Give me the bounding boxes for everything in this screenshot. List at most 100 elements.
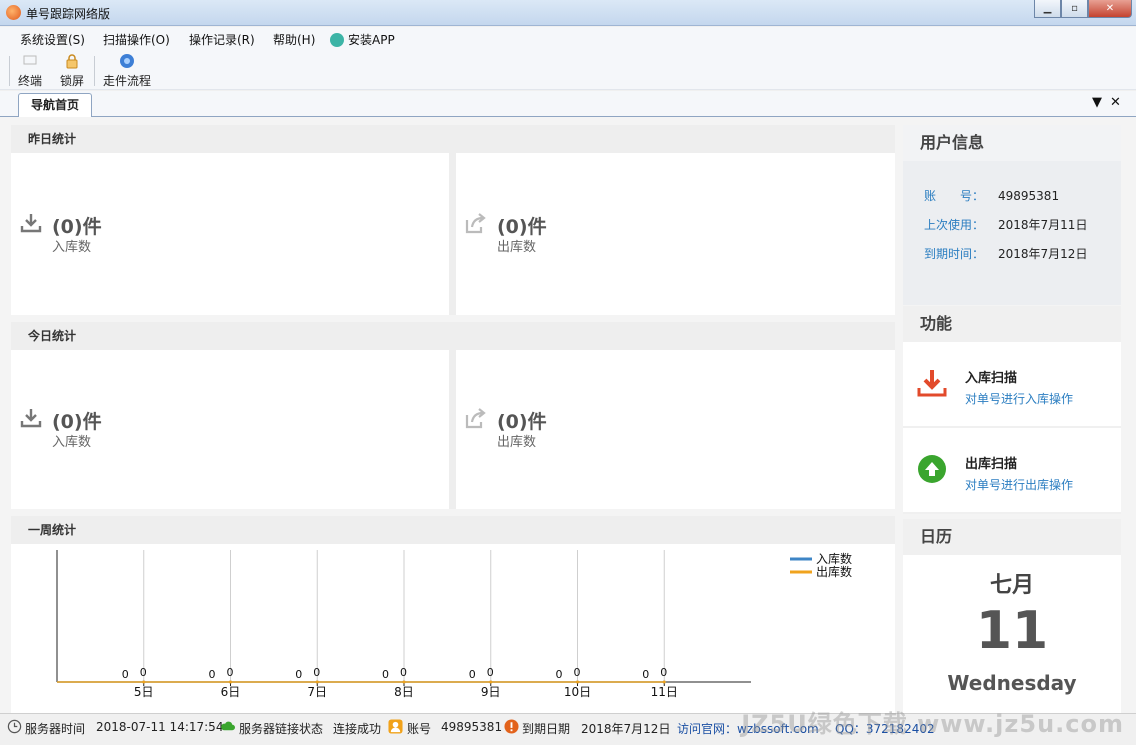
data-point [402,680,406,684]
last-used-value: 2018年7月11日 [998,218,1088,232]
menu-scan-operations[interactable]: 扫描操作(O) [103,31,170,48]
yesterday-stats-title: 昨日统计 [28,132,77,146]
upload-arrow-icon [918,455,946,483]
clock-icon [7,719,22,734]
connection-value: 连接成功 [333,722,382,736]
data-label: 0 [574,666,581,679]
account-key: 账 号： [924,189,985,203]
lock-icon [64,53,80,69]
data-label: 0 [660,666,667,679]
data-label: 0 [469,668,476,681]
account-status-value: 49895381 [441,720,503,734]
functions-panel: 功能 入库扫描 对单号进行入库操作 出库扫描 对单号进行出库操作 [903,306,1121,514]
flow-button[interactable]: 走件流程 [103,53,151,89]
calendar-title: 日历 [920,527,953,546]
share-out-icon [465,408,486,429]
weekly-stats-panel: 一周统计 5日 6日 7日 8日 9日 10日 11日 0 0 0 0 0 0 0 0 0 0 0 0 0 0 入库数 出库… [11,516,895,713]
today-stats-panel: 今日统计 (0)件 入库数 (0)件 出库数 [11,322,895,509]
today-out-count: (0)件 [497,411,547,433]
x-tick-label: 7日 [307,685,327,699]
data-point [142,680,146,684]
user-info-panel: 用户信息 账 号： 49895381 上次使用： 2018年7月11日 到期时间： 2… [903,125,1121,305]
outbound-scan-button[interactable]: 出库扫描 对单号进行出库操作 [903,428,1121,512]
x-tick-label: 6日 [221,685,241,699]
download-icon [20,409,42,428]
yesterday-out-count: (0)件 [497,216,547,238]
expire-key: 到期时间： [924,247,985,261]
tab-dropdown-icon[interactable]: ▼ [1092,95,1102,110]
weekly-chart-card: 5日 6日 7日 8日 9日 10日 11日 0 0 0 0 0 0 0 0 0 0 0 0 0 0 入库数 出库数 [11,544,895,713]
data-label: 0 [209,668,216,681]
data-point [489,680,493,684]
data-label: 0 [313,666,320,679]
data-label: 0 [382,668,389,681]
yesterday-out-card: (0)件 出库数 [456,153,895,315]
server-time-label: 服务器时间 [25,722,86,736]
share-out-icon [465,213,486,234]
functions-title: 功能 [920,314,953,333]
window-title: 单号跟踪网络版 [26,7,111,21]
flow-icon [119,53,135,69]
warning-icon [504,719,519,734]
menu-operation-records[interactable]: 操作记录(R) [189,31,255,48]
connection-label: 服务器链接状态 [239,722,324,736]
last-used-row: 上次使用： 2018年7月11日 [924,216,1087,233]
menu-help[interactable]: 帮助(H) [273,31,315,48]
data-label: 0 [140,666,147,679]
x-tick-label: 9日 [481,685,501,699]
maximize-button[interactable]: ▫ [1061,0,1088,18]
tab-bar: 导航首页 ▼ ✕ [0,91,1136,117]
outbound-scan-desc: 对单号进行出库操作 [965,478,1074,492]
server-time-value: 2018-07-11 14:17:54 [96,720,224,734]
tab-close-icon[interactable]: ✕ [1110,95,1121,110]
weekly-line-chart: 5日 6日 7日 8日 9日 10日 11日0 0 0 0 0 0 00 0 0 0 0 0 0入库数出库数 [56,550,852,699]
calendar-day: 11 [975,601,1049,661]
data-point [315,680,319,684]
menu-bar: 系统设置(S) 扫描操作(O) 操作记录(R) 帮助(H) 安装APP [0,27,1136,50]
last-used-key: 上次使用： [924,218,985,232]
account-value: 49895381 [998,189,1060,203]
data-point [662,680,666,684]
account-row: 账 号： 49895381 [924,187,1059,204]
inbound-scan-button[interactable]: 入库扫描 对单号进行入库操作 [903,342,1121,426]
tab-home[interactable]: 导航首页 [18,93,92,117]
today-stats-title: 今日统计 [28,329,77,343]
watermark-logo: JZ5U绿色下载 www.jz5u.com [741,710,1124,738]
user-badge-icon [388,719,403,734]
data-label: 0 [400,666,407,679]
lock-screen-button[interactable]: 锁屏 [60,53,84,89]
yesterday-in-card: (0)件 入库数 [11,153,449,315]
x-tick-label: 5日 [134,685,154,699]
calendar-panel: 日历 七月 11 Wednesday [903,519,1121,713]
terminal-label: 终端 [18,74,43,88]
lock-screen-label: 锁屏 [60,74,85,88]
data-label: 0 [487,666,494,679]
user-info-title: 用户信息 [903,125,1121,161]
title-bar: 单号跟踪网络版 ▁ ▫ ✕ [0,0,1136,26]
weekly-stats-title: 一周统计 [28,523,77,537]
toolbar-separator [9,56,10,86]
inbound-scan-desc: 对单号进行入库操作 [965,392,1074,406]
data-label: 0 [642,668,649,681]
data-label: 0 [122,668,129,681]
x-tick-label: 11日 [651,685,678,699]
today-in-card: (0)件 入库数 [11,350,449,509]
app-icon [6,5,21,20]
calendar-card: 七月 11 Wednesday [903,555,1121,713]
close-button[interactable]: ✕ [1088,0,1132,18]
main-content: 昨日统计 (0)件 入库数 (0)件 出库数 今日统计 (0)件 入库数 (0)… [0,117,1136,713]
yesterday-out-label: 出库数 [497,240,537,255]
outbound-scan-title: 出库扫描 [965,457,1018,472]
toolbar: 终端 锁屏 走件流程 [0,50,1136,90]
menu-system-settings[interactable]: 系统设置(S) [20,31,85,48]
terminal-button[interactable]: 终端 [18,53,42,89]
x-tick-label: 10日 [564,685,591,699]
expire-status-label: 到期日期 [522,722,571,736]
yesterday-in-count: (0)件 [52,216,102,238]
legend-label: 入库数 [816,551,852,566]
menu-install-app[interactable]: 安装APP [330,31,395,48]
inbound-scan-title: 入库扫描 [965,371,1018,386]
data-point [576,680,579,684]
minimize-button[interactable]: ▁ [1034,0,1061,18]
today-in-count: (0)件 [52,411,102,433]
